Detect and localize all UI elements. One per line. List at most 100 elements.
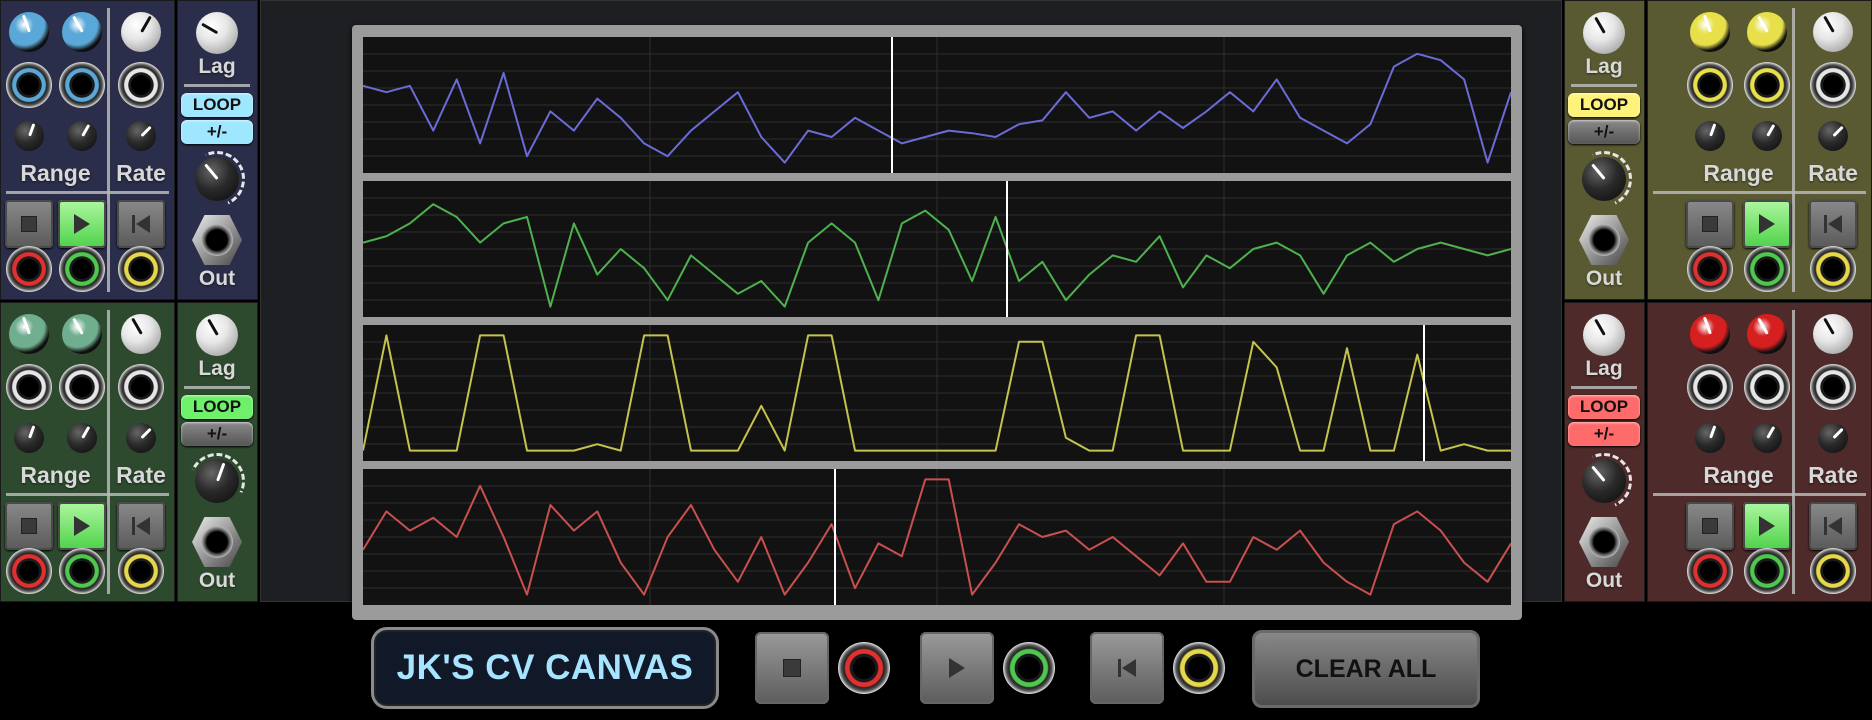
blue-range-knob-2[interactable] xyxy=(62,12,102,52)
red-rate-cv-jack[interactable] xyxy=(1810,364,1856,410)
blue-attenuator-knob-2[interactable] xyxy=(67,121,97,151)
green-rewind-jack[interactable] xyxy=(118,548,164,594)
green-stop-jack[interactable] xyxy=(6,548,52,594)
green-rate-knob[interactable] xyxy=(121,314,161,354)
track-blue-plot xyxy=(363,37,1511,173)
red-bipolar-button[interactable]: +/- xyxy=(1568,422,1640,446)
blue-rewind-button[interactable] xyxy=(117,200,165,248)
yellow-lag-knob[interactable] xyxy=(1583,12,1625,54)
stop-icon xyxy=(1702,216,1718,232)
track-red[interactable] xyxy=(363,469,1511,605)
global-play-jack[interactable] xyxy=(1003,642,1055,694)
global-rewind-jack[interactable] xyxy=(1173,642,1225,694)
blue-out-label: Out xyxy=(198,267,236,290)
blue-loop-button[interactable]: LOOP xyxy=(181,93,253,117)
global-rewind-button[interactable] xyxy=(1090,632,1164,704)
stop-icon xyxy=(21,518,37,534)
red-rate-atten-knob[interactable] xyxy=(1818,423,1848,453)
red-loop-button[interactable]: LOOP xyxy=(1568,395,1640,419)
track-red-cursor[interactable] xyxy=(833,469,836,605)
blue-play-jack[interactable] xyxy=(59,246,105,292)
play-icon xyxy=(74,214,90,234)
green-rate-cv-jack[interactable] xyxy=(118,364,164,410)
track-blue[interactable] xyxy=(363,37,1511,173)
track-yellow-cursor[interactable] xyxy=(1422,325,1425,461)
red-stop-jack[interactable] xyxy=(1687,548,1733,594)
blue-rewind-jack[interactable] xyxy=(118,246,164,292)
green-range-cv-jack-2[interactable] xyxy=(59,364,105,410)
yellow-rewind-jack[interactable] xyxy=(1810,246,1856,292)
blue-bipolar-button[interactable]: +/- xyxy=(181,120,253,144)
green-play-button[interactable] xyxy=(58,502,106,550)
red-lag-knob[interactable] xyxy=(1583,314,1625,356)
global-stop-button[interactable] xyxy=(755,632,829,704)
red-range-knob-1[interactable] xyxy=(1690,314,1730,354)
yellow-play-jack[interactable] xyxy=(1744,246,1790,292)
blue-stop-jack[interactable] xyxy=(6,246,52,292)
green-bipolar-button[interactable]: +/- xyxy=(181,422,253,446)
yellow-stop-jack[interactable] xyxy=(1687,246,1733,292)
green-range-knob-1[interactable] xyxy=(9,314,49,354)
yellow-out-label: Out xyxy=(1585,267,1623,290)
global-stop-jack[interactable] xyxy=(838,642,890,694)
red-range-knob-2[interactable] xyxy=(1747,314,1787,354)
green-stop-button[interactable] xyxy=(5,502,53,550)
red-rewind-jack[interactable] xyxy=(1810,548,1856,594)
track-red-plot xyxy=(363,469,1511,605)
red-stop-button[interactable] xyxy=(1686,502,1734,550)
red-rewind-button[interactable] xyxy=(1809,502,1857,550)
play-icon xyxy=(949,658,965,678)
blue-rate-cv-jack[interactable] xyxy=(118,62,164,108)
red-play-jack[interactable] xyxy=(1744,548,1790,594)
yellow-rate-atten-knob[interactable] xyxy=(1818,121,1848,151)
blue-rate-knob[interactable] xyxy=(121,12,161,52)
stop-icon xyxy=(783,659,801,677)
yellow-bipolar-button[interactable]: +/- xyxy=(1568,120,1640,144)
blue-lag-knob[interactable] xyxy=(196,12,238,54)
track-blue-cursor[interactable] xyxy=(891,37,894,173)
red-attenuator-knob-2[interactable] xyxy=(1752,423,1782,453)
blue-range-knob-1[interactable] xyxy=(9,12,49,52)
clear-all-button[interactable]: CLEAR ALL xyxy=(1252,630,1480,708)
blue-play-button[interactable] xyxy=(58,200,106,248)
yellow-range-cv-jack-1[interactable] xyxy=(1687,62,1733,108)
green-attenuator-knob-1[interactable] xyxy=(14,423,44,453)
blue-attenuator-knob-1[interactable] xyxy=(14,121,44,151)
green-rate-label: Rate xyxy=(116,462,166,488)
green-loop-button[interactable]: LOOP xyxy=(181,395,253,419)
green-play-jack[interactable] xyxy=(59,548,105,594)
yellow-range-cv-jack-2[interactable] xyxy=(1744,62,1790,108)
yellow-range-knob-1[interactable] xyxy=(1690,12,1730,52)
red-attenuator-knob-1[interactable] xyxy=(1695,423,1725,453)
red-play-button[interactable] xyxy=(1743,502,1791,550)
blue-stop-button[interactable] xyxy=(5,200,53,248)
green-range-knob-2[interactable] xyxy=(62,314,102,354)
red-range-cv-jack-2[interactable] xyxy=(1744,364,1790,410)
green-lag-knob[interactable] xyxy=(196,314,238,356)
track-yellow[interactable] xyxy=(363,325,1511,461)
green-rate-atten-knob[interactable] xyxy=(126,423,156,453)
blue-rate-atten-knob[interactable] xyxy=(126,121,156,151)
red-range-cv-jack-1[interactable] xyxy=(1687,364,1733,410)
blue-lag-separator xyxy=(184,84,250,87)
green-rewind-button[interactable] xyxy=(117,502,165,550)
yellow-rate-cv-jack[interactable] xyxy=(1810,62,1856,108)
yellow-rewind-button[interactable] xyxy=(1809,200,1857,248)
yellow-rate-knob[interactable] xyxy=(1813,12,1853,52)
yellow-attenuator-knob-1[interactable] xyxy=(1695,121,1725,151)
track-green[interactable] xyxy=(363,181,1511,317)
green-range-cv-jack-1[interactable] xyxy=(6,364,52,410)
yellow-separator-v xyxy=(1792,8,1795,292)
yellow-play-button[interactable] xyxy=(1743,200,1791,248)
track-green-cursor[interactable] xyxy=(1005,181,1008,317)
yellow-range-knob-2[interactable] xyxy=(1747,12,1787,52)
blue-range-cv-jack-1[interactable] xyxy=(6,62,52,108)
green-attenuator-knob-2[interactable] xyxy=(67,423,97,453)
yellow-stop-button[interactable] xyxy=(1686,200,1734,248)
global-play-button[interactable] xyxy=(920,632,994,704)
red-rate-knob[interactable] xyxy=(1813,314,1853,354)
yellow-loop-button[interactable]: LOOP xyxy=(1568,93,1640,117)
rewind-icon xyxy=(132,517,150,535)
yellow-attenuator-knob-2[interactable] xyxy=(1752,121,1782,151)
blue-range-cv-jack-2[interactable] xyxy=(59,62,105,108)
